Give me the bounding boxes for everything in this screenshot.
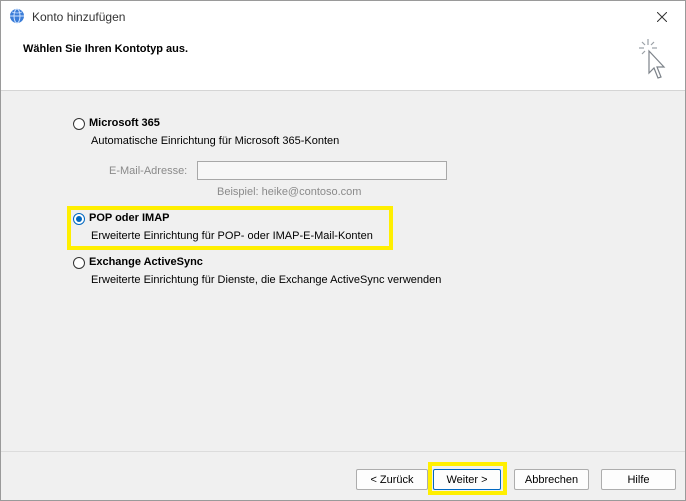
highlight-box — [428, 462, 507, 495]
globe-icon — [9, 8, 25, 24]
add-account-dialog: Konto hinzufügen Wählen Sie Ihren Kontot… — [0, 0, 686, 501]
window-title: Konto hinzufügen — [32, 10, 126, 24]
option-label[interactable]: Microsoft 365 — [89, 117, 160, 129]
footer-divider — [1, 451, 685, 452]
option-description: Automatische Einrichtung für Microsoft 3… — [91, 135, 340, 147]
close-button[interactable] — [639, 1, 685, 33]
close-icon — [657, 12, 667, 22]
email-label: E-Mail-Adresse: — [109, 165, 188, 177]
radio-exchange-activesync[interactable] — [73, 257, 85, 269]
email-field[interactable] — [197, 161, 447, 180]
back-button[interactable]: < Zurück — [356, 469, 428, 490]
cursor-click-icon — [635, 37, 671, 85]
highlight-box — [67, 206, 393, 250]
option-label[interactable]: Exchange ActiveSync — [89, 256, 203, 268]
option-description: Erweiterte Einrichtung für Dienste, die … — [91, 274, 442, 286]
radio-microsoft365[interactable] — [73, 118, 85, 130]
help-button[interactable]: Hilfe — [601, 469, 676, 490]
email-example: Beispiel: heike@contoso.com — [217, 186, 362, 198]
cancel-button[interactable]: Abbrechen — [514, 469, 589, 490]
page-title: Wählen Sie Ihren Kontotyp aus. — [23, 43, 189, 55]
title-bar: Konto hinzufügen — [1, 1, 685, 33]
wizard-header: Wählen Sie Ihren Kontotyp aus. — [1, 33, 685, 91]
